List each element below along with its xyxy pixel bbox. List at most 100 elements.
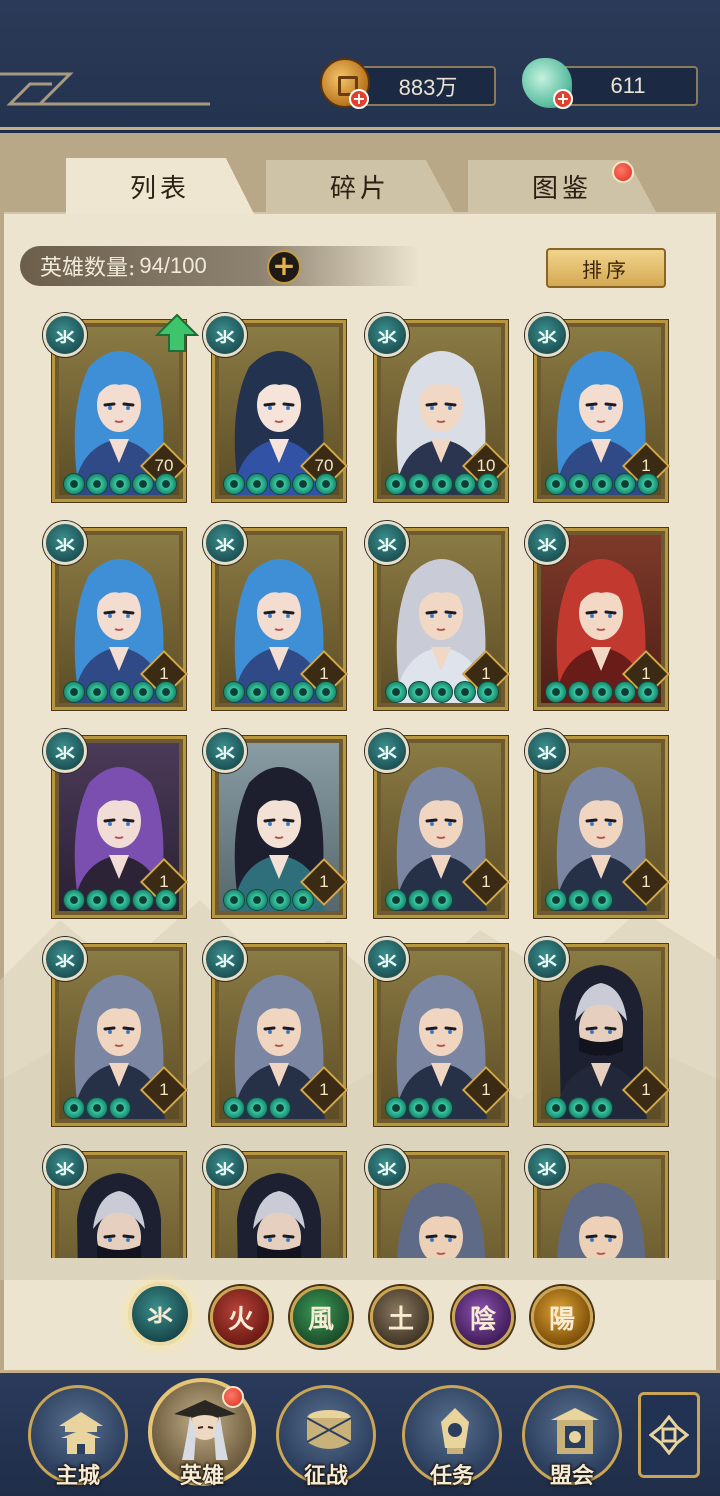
nav-alliance-label: 盟会 [549, 1463, 594, 1489]
hero-card[interactable]: 氺 70 [43, 313, 199, 502]
jade-star-icon [477, 473, 499, 495]
hero-card[interactable]: 氺1 [43, 937, 189, 1126]
jade-star-icon [132, 681, 154, 703]
star-rating [63, 889, 177, 911]
star-rating [545, 681, 659, 703]
star-rating [385, 473, 499, 495]
jade-star-icon [269, 1097, 291, 1119]
hero-card[interactable]: 氺 70 [203, 313, 349, 502]
jade-counter: 611 [558, 66, 698, 106]
hero-card[interactable]: 氺 [203, 1145, 346, 1258]
jade-star-icon [109, 473, 131, 495]
jade-star-icon [591, 473, 613, 495]
nav-tasks-label: 任务 [429, 1463, 474, 1489]
water-element-icon: 氺 [43, 729, 87, 773]
hero-card[interactable]: 氺1 [525, 521, 671, 710]
jade-star-icon [315, 473, 337, 495]
filter-water-button[interactable]: 氺 [128, 1282, 192, 1346]
star-rating [385, 681, 499, 703]
jade-star-icon [568, 889, 590, 911]
jade-star-icon [155, 473, 177, 495]
water-element-icon: 氺 [365, 729, 409, 773]
jade-star-icon [86, 681, 108, 703]
add-coins-button[interactable]: + [349, 89, 369, 109]
jade-star-icon [568, 681, 590, 703]
water-element-icon: 氺 [203, 313, 247, 357]
jade-star-icon [385, 889, 407, 911]
jade-star-icon [155, 889, 177, 911]
jade-star-icon [637, 681, 659, 703]
jade-star-icon [109, 1097, 131, 1119]
filter-water-label: 氺 [146, 1301, 173, 1332]
corner-ornament-icon [0, 72, 210, 106]
jade-amount: 611 [610, 73, 646, 98]
jade-star-icon [63, 681, 85, 703]
water-element-icon: 氺 [203, 1145, 247, 1189]
filter-earth-button[interactable]: 土 [370, 1286, 432, 1348]
hero-card[interactable]: 氺 [365, 1145, 508, 1258]
hero-card[interactable]: 氺1 [203, 729, 349, 918]
jade-star-icon [454, 681, 476, 703]
hero-card[interactable]: 氺1 [525, 937, 671, 1126]
hero-card[interactable]: 氺1 [365, 937, 511, 1126]
jade-star-icon [591, 889, 613, 911]
filter-wind-button[interactable]: 風 [290, 1286, 352, 1348]
hero-grid: 氺 70 氺 70 氺 10 氺 1 氺 1 氺 1 氺 1 氺 1 氺 1 氺 1 氺 1 氺 1 氺 1 氺 1 氺 1 氺 1 氺氺氺氺 [0, 300, 720, 1258]
hero-card[interactable]: 氺1 [365, 729, 511, 918]
pavilion-icon [551, 1408, 599, 1454]
water-element-icon: 氺 [365, 313, 409, 357]
jade-star-icon [568, 473, 590, 495]
more-menu-button[interactable] [638, 1392, 700, 1478]
water-element-icon: 氺 [203, 937, 247, 981]
sort-button[interactable]: 排序 [546, 248, 666, 288]
hero-card[interactable]: 氺1 [203, 521, 349, 710]
level-text: 1 [641, 1080, 651, 1099]
hero-card[interactable]: 氺1 [43, 521, 189, 710]
war-drum-icon [306, 1410, 352, 1449]
water-element-icon: 氺 [525, 729, 569, 773]
jade-star-icon [431, 889, 453, 911]
hero-card[interactable]: 氺 [525, 1145, 668, 1258]
hero-card[interactable]: 氺1 [525, 729, 671, 918]
hero-count-label: 英雄数量: [40, 256, 136, 281]
star-rating [63, 473, 177, 495]
hero-card[interactable]: 氺 [43, 1145, 186, 1258]
jade-star-icon [86, 889, 108, 911]
filter-earth-label: 土 [387, 1304, 414, 1335]
nav-main-city-label: 主城 [55, 1463, 100, 1489]
jade-star-icon [545, 681, 567, 703]
water-element-icon: 氺 [525, 521, 569, 565]
jade-star-icon [132, 473, 154, 495]
jade-star-icon [385, 1097, 407, 1119]
hero-card[interactable]: 氺1 [203, 937, 349, 1126]
jade-star-icon [155, 681, 177, 703]
expand-capacity-button[interactable]: + [267, 250, 301, 284]
water-element-icon: 氺 [525, 1145, 569, 1189]
jade-star-icon [545, 889, 567, 911]
jade-star-icon [591, 681, 613, 703]
hero-card[interactable]: 氺1 [525, 313, 671, 502]
jade-star-icon [431, 473, 453, 495]
tab-fragments[interactable]: 碎片 [266, 160, 454, 212]
jade-star-icon [246, 681, 268, 703]
hero-card[interactable]: 氺1 [43, 729, 189, 918]
hero-card[interactable]: 氺 10 [365, 313, 511, 502]
add-jade-button[interactable]: + [553, 89, 573, 109]
star-rating [223, 681, 337, 703]
level-text: 1 [319, 1080, 329, 1099]
water-element-icon: 氺 [43, 1145, 87, 1189]
filter-fire-label: 火 [227, 1304, 254, 1335]
star-rating [223, 889, 314, 911]
jade-star-icon [614, 473, 636, 495]
tab-list[interactable]: 列表 [66, 158, 254, 214]
filter-yin-label: 陰 [469, 1304, 496, 1335]
filter-fire-button[interactable]: 火 [210, 1286, 272, 1348]
filter-yang-button[interactable]: 陽 [531, 1286, 593, 1348]
filter-yang-label: 陽 [548, 1304, 575, 1335]
water-element-icon: 氺 [365, 937, 409, 981]
jade-star-icon [292, 681, 314, 703]
jade-star-icon [246, 473, 268, 495]
filter-yin-button[interactable]: 陰 [452, 1286, 514, 1348]
star-rating [63, 681, 177, 703]
hero-card[interactable]: 氺1 [365, 521, 511, 710]
